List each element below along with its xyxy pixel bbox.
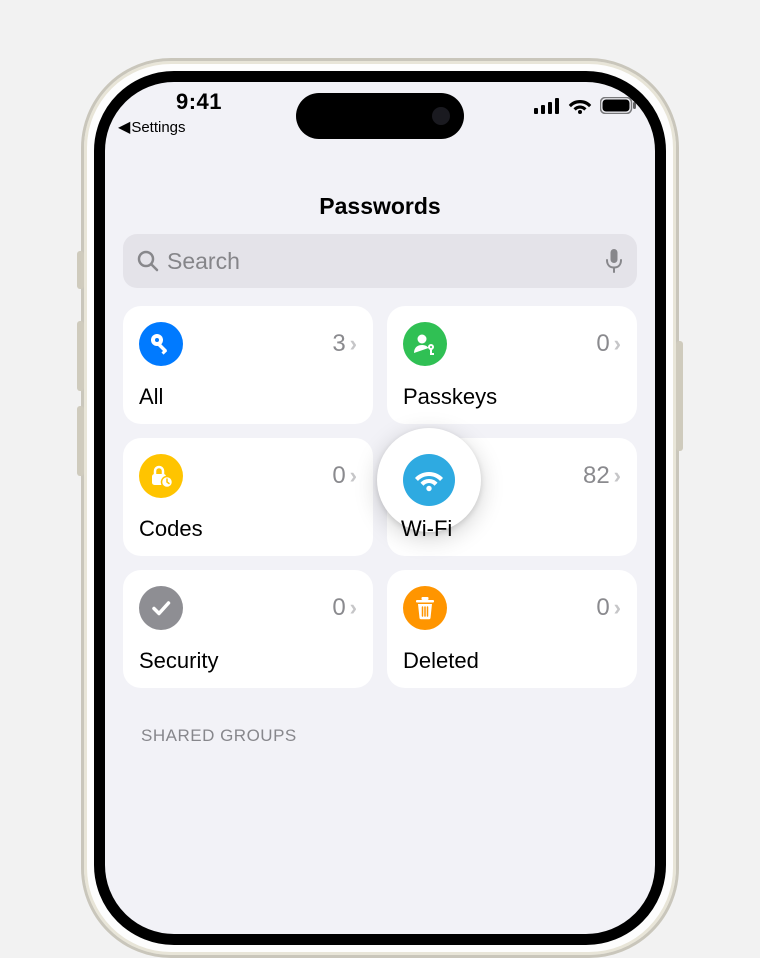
side-button (77, 251, 84, 289)
person-key-icon (403, 322, 447, 366)
power-button (676, 341, 683, 451)
volume-down-button (77, 406, 84, 476)
back-label: Settings (131, 119, 185, 136)
search-icon (137, 250, 159, 272)
chevron-right-icon: › (614, 331, 621, 357)
card-passkeys-label: Passkeys (403, 384, 621, 410)
back-caret-icon: ◀︎ (118, 117, 130, 137)
card-codes-label: Codes (139, 516, 357, 542)
screen: 9:41 ◀︎ Settings (94, 71, 666, 945)
card-wifi-count: 82 (583, 462, 610, 490)
trash-icon (403, 586, 447, 630)
card-deleted-count: 0 (596, 594, 609, 622)
chevron-right-icon: › (350, 595, 357, 621)
checkmark-icon (139, 586, 183, 630)
card-all[interactable]: 3 › All (123, 306, 373, 424)
volume-up-button (77, 321, 84, 391)
wifi-icon (403, 454, 455, 506)
card-all-label: All (139, 384, 357, 410)
card-deleted[interactable]: 0 › Deleted (387, 570, 637, 688)
content-area: Passwords Search (105, 175, 655, 945)
battery-icon (600, 97, 636, 114)
card-security[interactable]: 0 › Security (123, 570, 373, 688)
chevron-right-icon: › (350, 331, 357, 357)
card-all-count: 3 (332, 330, 345, 358)
dynamic-island (296, 93, 464, 139)
section-header-shared-groups: SHARED GROUPS (123, 726, 637, 746)
card-codes[interactable]: 0 › Codes (123, 438, 373, 556)
status-icons (534, 97, 636, 114)
wifi-status-icon (568, 97, 592, 114)
card-passkeys-count: 0 (596, 330, 609, 358)
card-deleted-label: Deleted (403, 648, 621, 674)
cellular-icon (534, 98, 560, 114)
card-passkeys[interactable]: 0 › Passkeys (387, 306, 637, 424)
chevron-right-icon: › (350, 463, 357, 489)
chevron-right-icon: › (614, 463, 621, 489)
dictation-mic-icon[interactable] (605, 248, 623, 274)
card-security-count: 0 (332, 594, 345, 622)
page-title: Passwords (123, 193, 637, 220)
key-icon (139, 322, 183, 366)
lock-clock-icon (139, 454, 183, 498)
phone-frame: 9:41 ◀︎ Settings (81, 58, 679, 958)
card-security-label: Security (139, 648, 357, 674)
card-codes-count: 0 (332, 462, 345, 490)
card-wifi-label: Wi-Fi (401, 516, 621, 542)
search-placeholder: Search (167, 248, 597, 275)
card-wifi[interactable]: 82 › Wi-Fi (387, 438, 637, 556)
chevron-right-icon: › (614, 595, 621, 621)
category-grid: 3 › All (123, 306, 637, 688)
back-to-settings-link[interactable]: ◀︎ Settings (118, 117, 274, 137)
status-time: 9:41 (124, 89, 274, 115)
search-field[interactable]: Search (123, 234, 637, 288)
